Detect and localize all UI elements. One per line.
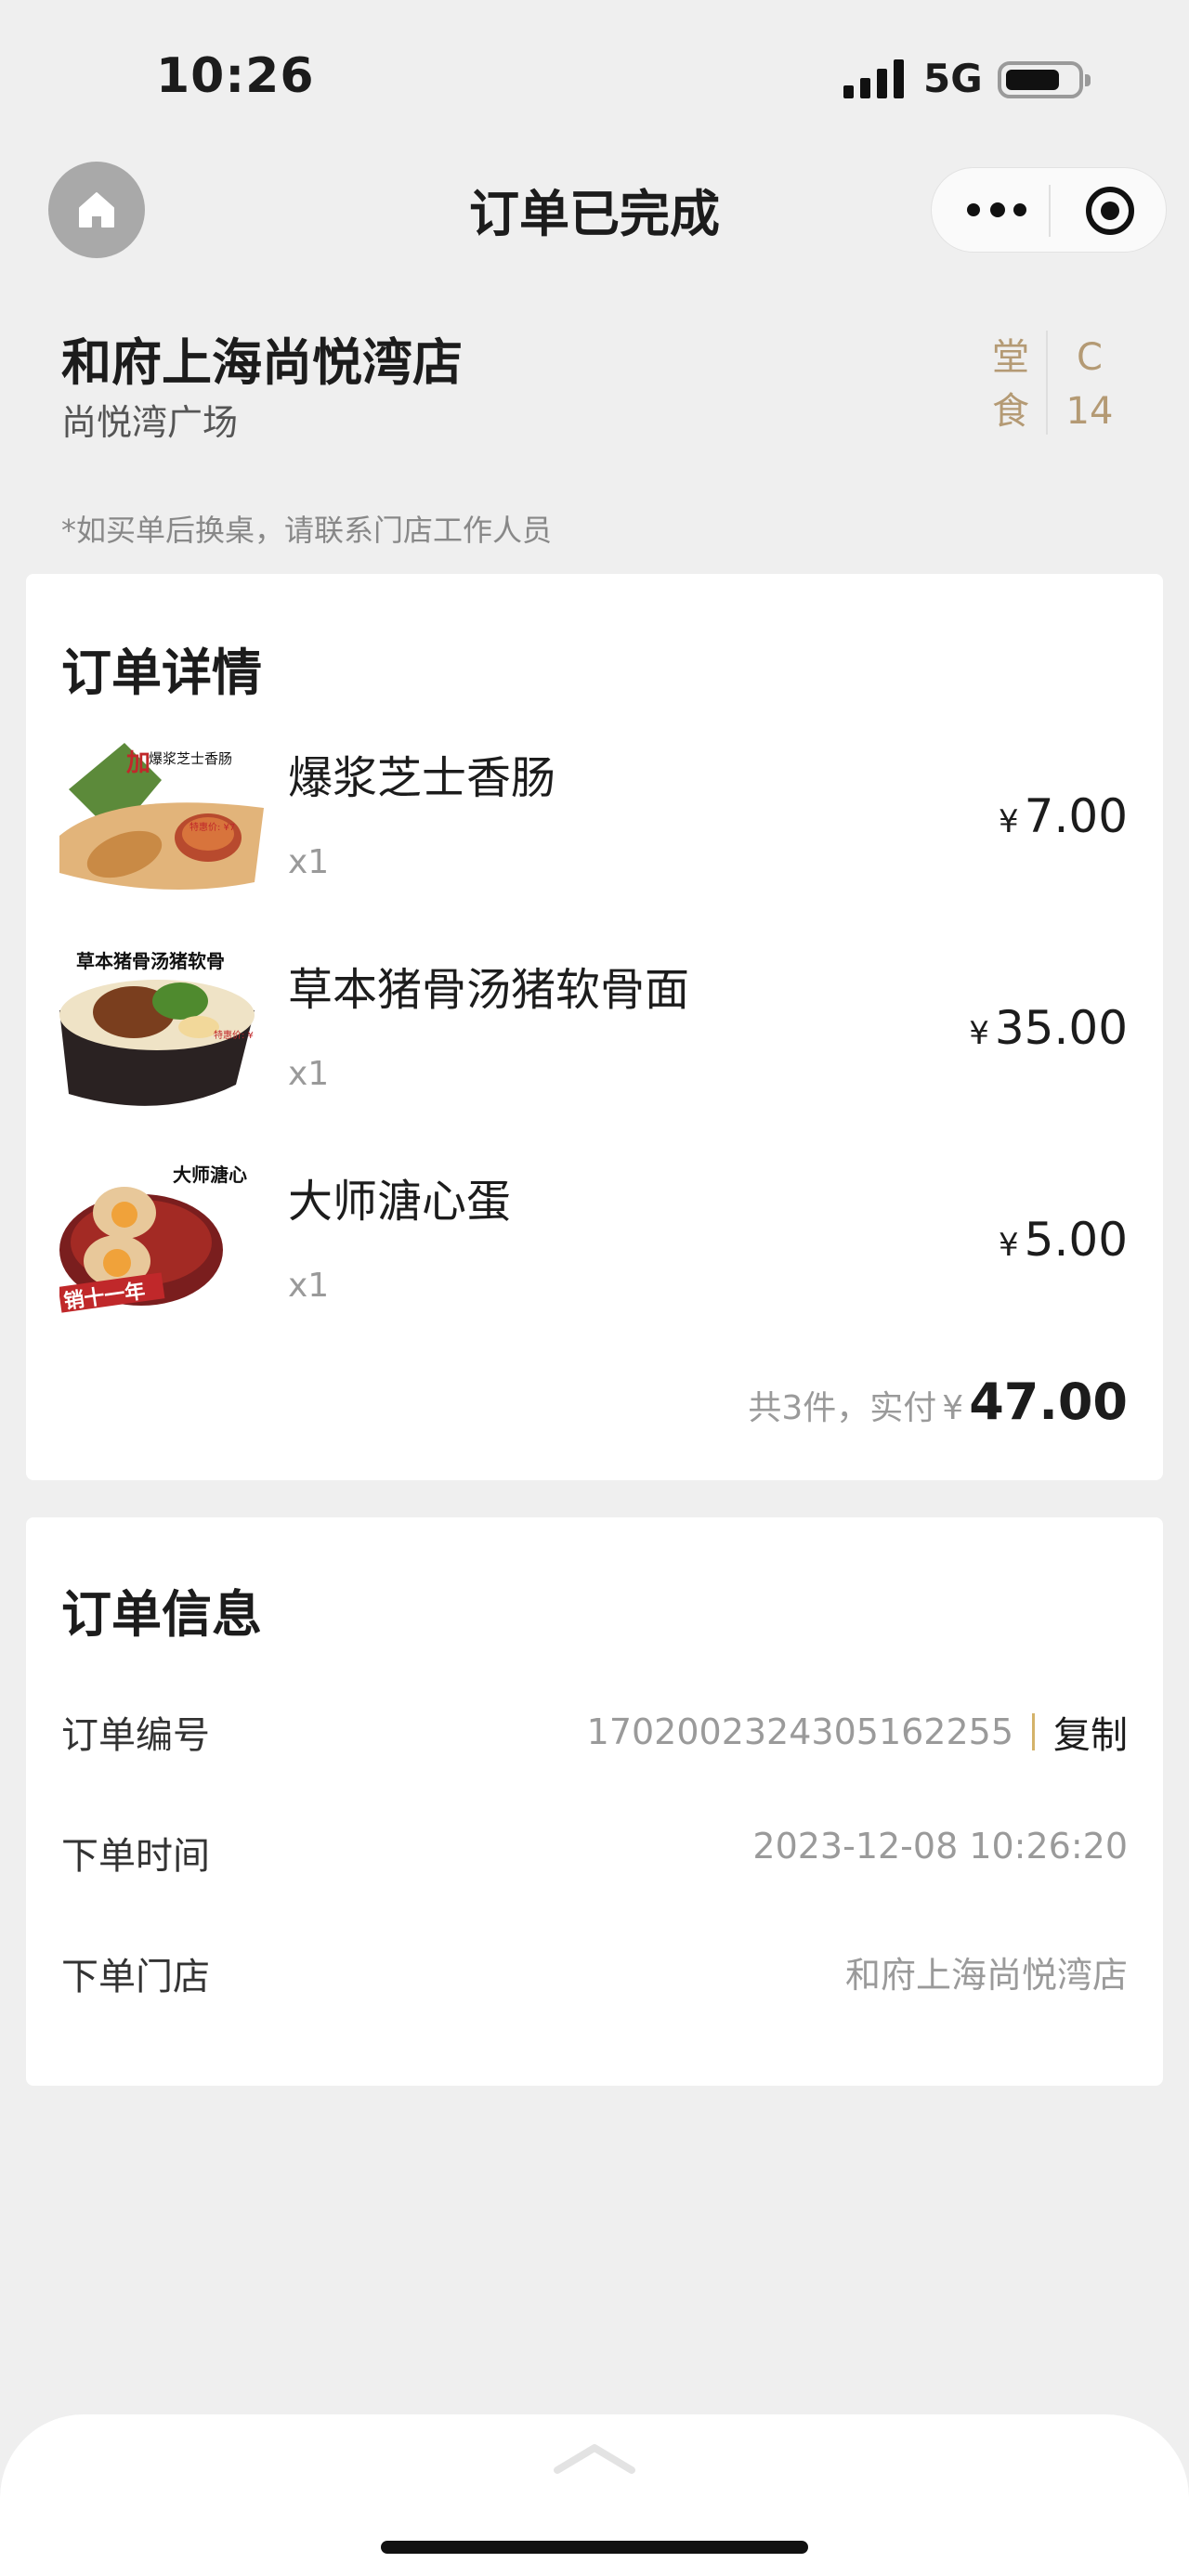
- item-quantity: x1: [288, 843, 330, 881]
- battery-icon: [998, 61, 1091, 98]
- total-amount: 47.00: [969, 1373, 1128, 1431]
- item-price-value: 7.00: [1024, 789, 1128, 843]
- svg-text:特惠价: ¥: 特惠价: ¥: [214, 1029, 254, 1041]
- order-info-card: 订单信息 订单编号 1702002324305162255 复制 下单时间 202…: [26, 1517, 1163, 2086]
- change-table-notice: *如买单后换桌，请联系门店工作人员: [61, 513, 553, 548]
- order-details-title: 订单详情: [61, 644, 262, 702]
- total-summary-label: 共3件，实付: [748, 1389, 937, 1427]
- svg-text:加: 加: [126, 749, 150, 777]
- order-total: 共3件，实付 ¥47.00: [748, 1373, 1128, 1431]
- svg-text:大师溏心: 大师溏心: [173, 1164, 247, 1186]
- status-bar: 10:26 5G: [0, 0, 1189, 158]
- capsule-divider: [1049, 185, 1051, 237]
- item-quantity: x1: [288, 1267, 330, 1305]
- item-price: ¥5.00: [999, 1213, 1128, 1267]
- item-image-egg: 大师溏心 销十一年: [59, 1157, 264, 1324]
- item-price: ¥35.00: [969, 1001, 1128, 1055]
- more-dots-icon[interactable]: [967, 202, 1026, 218]
- item-name: 爆浆芝士香肠: [288, 752, 556, 804]
- currency-symbol: ¥: [999, 1227, 1019, 1264]
- item-price-value: 5.00: [1024, 1213, 1128, 1267]
- store-location: 尚悦湾广场: [61, 402, 239, 443]
- item-image-noodle: 草本猪骨汤猪软骨 特惠价: ¥: [59, 945, 264, 1112]
- order-number-value: 1702002324305162255 复制: [587, 1705, 1128, 1759]
- dine-divider: [1046, 331, 1048, 435]
- item-price-value: 35.00: [994, 1001, 1128, 1055]
- list-item[interactable]: 大师溏心 销十一年 大师溏心蛋 x1 ¥5.00: [26, 1157, 1163, 1343]
- dine-type-bottom: 食: [992, 390, 1029, 433]
- order-time-row: 下单时间 2023-12-08 10:26:20: [61, 1820, 1128, 1878]
- currency-symbol: ¥: [999, 803, 1019, 840]
- network-label: 5G: [923, 56, 983, 101]
- item-image-sausage: 爆浆芝士香肠 加 特惠价: ¥7: [59, 734, 264, 901]
- order-number: 1702002324305162255: [586, 1711, 1013, 1752]
- table-prefix: C: [1077, 336, 1103, 379]
- table-digits: 14: [1065, 390, 1114, 433]
- order-time-value: 2023-12-08 10:26:20: [752, 1826, 1128, 1867]
- order-info-title: 订单信息: [61, 1585, 262, 1644]
- svg-text:爆浆芝士香肠: 爆浆芝士香肠: [149, 750, 232, 767]
- mini-program-capsule: [931, 167, 1167, 253]
- chevron-up-icon[interactable]: [554, 2442, 635, 2476]
- svg-text:特惠价: ¥7: 特惠价: ¥7: [189, 821, 235, 833]
- signal-icon: [843, 59, 905, 98]
- dine-type-label: 堂 食: [992, 331, 1029, 438]
- item-name: 草本猪骨汤猪软骨面: [288, 964, 690, 1016]
- currency-symbol: ¥: [942, 1389, 964, 1427]
- order-number-row: 订单编号 1702002324305162255 复制: [61, 1699, 1128, 1757]
- item-quantity: x1: [288, 1055, 330, 1093]
- order-details-card: 订单详情 爆浆芝士香肠 加 特惠价: ¥7 爆浆芝士香肠 x1 ¥7.00 草本…: [26, 574, 1163, 1480]
- target-close-icon[interactable]: [1086, 187, 1134, 235]
- list-item[interactable]: 爆浆芝士香肠 加 特惠价: ¥7 爆浆芝士香肠 x1 ¥7.00: [26, 734, 1163, 919]
- copy-divider: [1032, 1713, 1035, 1750]
- dine-type-top: 堂: [992, 336, 1029, 379]
- item-price: ¥7.00: [999, 789, 1128, 843]
- home-indicator: [381, 2541, 808, 2554]
- order-store-label: 下单门店: [61, 1956, 210, 1998]
- item-name: 大师溏心蛋: [288, 1176, 512, 1228]
- bottom-sheet[interactable]: [0, 2414, 1189, 2576]
- order-store-row: 下单门店 和府上海尚悦湾店: [61, 1941, 1128, 1998]
- list-item[interactable]: 草本猪骨汤猪软骨 特惠价: ¥ 草本猪骨汤猪软骨面 x1 ¥35.00: [26, 945, 1163, 1131]
- order-store-value: 和府上海尚悦湾店: [844, 1955, 1128, 1996]
- svg-text:草本猪骨汤猪软骨: 草本猪骨汤猪软骨: [76, 950, 225, 972]
- copy-button[interactable]: 复制: [1053, 1714, 1128, 1757]
- order-time-label: 下单时间: [61, 1835, 210, 1878]
- currency-symbol: ¥: [969, 1015, 989, 1052]
- store-name: 和府上海尚悦湾店: [61, 333, 463, 392]
- status-time: 10:26: [156, 48, 315, 104]
- order-number-label: 订单编号: [61, 1714, 210, 1757]
- table-number: C 14: [1065, 331, 1115, 438]
